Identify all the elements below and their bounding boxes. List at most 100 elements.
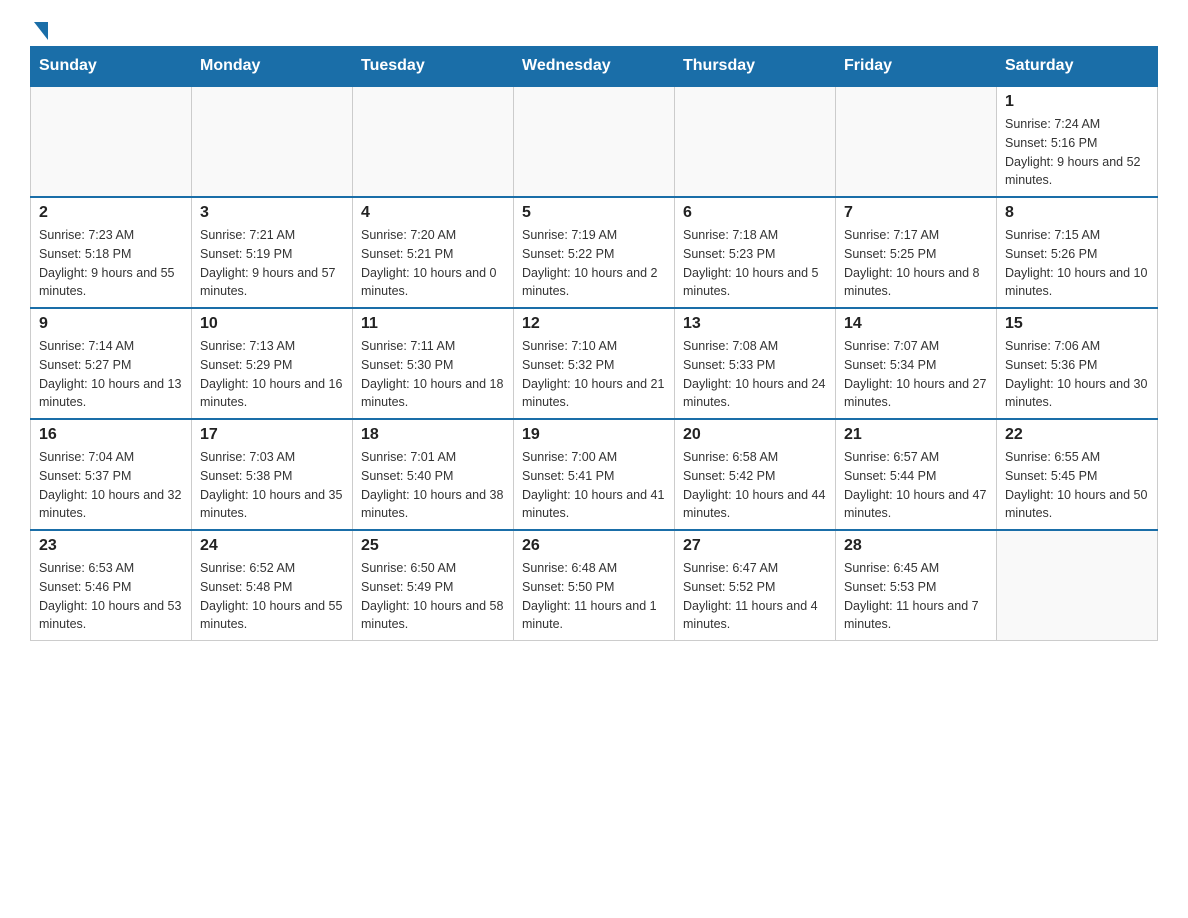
calendar-cell: 28 Sunrise: 6:45 AMSunset: 5:53 PMDayligh… [836, 530, 997, 641]
calendar-header-tuesday: Tuesday [353, 47, 514, 87]
day-info: Sunrise: 7:21 AMSunset: 5:19 PMDaylight:… [200, 226, 344, 301]
day-number: 7 [844, 204, 988, 222]
calendar-cell: 12 Sunrise: 7:10 AMSunset: 5:32 PMDayligh… [514, 308, 675, 419]
day-info: Sunrise: 7:14 AMSunset: 5:27 PMDaylight:… [39, 337, 183, 412]
calendar-cell: 18Sunrise: 7:01 AMSunset: 5:40 PMDayligh… [353, 419, 514, 530]
day-info: Sunrise: 6:58 AMSunset: 5:42 PMDaylight:… [683, 448, 827, 523]
calendar-header-row: SundayMondayTuesdayWednesdayThursdayFrid… [31, 47, 1158, 87]
day-number: 12 [522, 315, 666, 333]
calendar-cell: 15 Sunrise: 7:06 AMSunset: 5:36 PMDayligh… [997, 308, 1158, 419]
day-number: 6 [683, 204, 827, 222]
day-info: Sunrise: 7:00 AMSunset: 5:41 PMDaylight:… [522, 448, 666, 523]
calendar-header-saturday: Saturday [997, 47, 1158, 87]
day-number: 11 [361, 315, 505, 333]
day-number: 4 [361, 204, 505, 222]
calendar-cell: 22 Sunrise: 6:55 AMSunset: 5:45 PMDayligh… [997, 419, 1158, 530]
calendar-cell: 17 Sunrise: 7:03 AMSunset: 5:38 PMDayligh… [192, 419, 353, 530]
calendar-header-monday: Monday [192, 47, 353, 87]
day-info: Sunrise: 6:47 AMSunset: 5:52 PMDaylight:… [683, 559, 827, 634]
calendar-cell: 20 Sunrise: 6:58 AMSunset: 5:42 PMDayligh… [675, 419, 836, 530]
day-number: 13 [683, 315, 827, 333]
day-info: Sunrise: 6:48 AMSunset: 5:50 PMDaylight:… [522, 559, 666, 634]
day-number: 8 [1005, 204, 1149, 222]
calendar-cell [997, 530, 1158, 641]
day-number: 3 [200, 204, 344, 222]
calendar-header-thursday: Thursday [675, 47, 836, 87]
calendar-cell: 26 Sunrise: 6:48 AMSunset: 5:50 PMDayligh… [514, 530, 675, 641]
page-header [30, 20, 1158, 36]
day-info: Sunrise: 6:50 AMSunset: 5:49 PMDaylight:… [361, 559, 505, 634]
calendar-cell: 23 Sunrise: 6:53 AMSunset: 5:46 PMDayligh… [31, 530, 192, 641]
day-info: Sunrise: 7:15 AMSunset: 5:26 PMDaylight:… [1005, 226, 1149, 301]
calendar-header-friday: Friday [836, 47, 997, 87]
day-number: 10 [200, 315, 344, 333]
calendar-table: SundayMondayTuesdayWednesdayThursdayFrid… [30, 46, 1158, 641]
day-number: 1 [1005, 93, 1149, 111]
day-number: 19 [522, 426, 666, 444]
calendar-cell: 6 Sunrise: 7:18 AMSunset: 5:23 PMDaylight… [675, 197, 836, 308]
day-info: Sunrise: 6:55 AMSunset: 5:45 PMDaylight:… [1005, 448, 1149, 523]
logo-triangle-icon [34, 22, 48, 40]
calendar-cell [675, 86, 836, 197]
calendar-header-wednesday: Wednesday [514, 47, 675, 87]
day-info: Sunrise: 7:06 AMSunset: 5:36 PMDaylight:… [1005, 337, 1149, 412]
day-info: Sunrise: 7:23 AMSunset: 5:18 PMDaylight:… [39, 226, 183, 301]
calendar-week-row: 16 Sunrise: 7:04 AMSunset: 5:37 PMDayligh… [31, 419, 1158, 530]
calendar-cell: 7 Sunrise: 7:17 AMSunset: 5:25 PMDaylight… [836, 197, 997, 308]
day-number: 5 [522, 204, 666, 222]
calendar-cell: 27Sunrise: 6:47 AMSunset: 5:52 PMDayligh… [675, 530, 836, 641]
day-info: Sunrise: 6:57 AMSunset: 5:44 PMDaylight:… [844, 448, 988, 523]
calendar-cell: 24 Sunrise: 6:52 AMSunset: 5:48 PMDayligh… [192, 530, 353, 641]
day-number: 16 [39, 426, 183, 444]
day-info: Sunrise: 7:07 AMSunset: 5:34 PMDaylight:… [844, 337, 988, 412]
calendar-cell: 13 Sunrise: 7:08 AMSunset: 5:33 PMDayligh… [675, 308, 836, 419]
day-number: 2 [39, 204, 183, 222]
day-number: 17 [200, 426, 344, 444]
day-info: Sunrise: 7:19 AMSunset: 5:22 PMDaylight:… [522, 226, 666, 301]
calendar-cell: 9 Sunrise: 7:14 AMSunset: 5:27 PMDaylight… [31, 308, 192, 419]
day-number: 20 [683, 426, 827, 444]
day-number: 25 [361, 537, 505, 555]
day-number: 21 [844, 426, 988, 444]
calendar-cell [514, 86, 675, 197]
day-number: 22 [1005, 426, 1149, 444]
calendar-cell [836, 86, 997, 197]
calendar-cell: 8 Sunrise: 7:15 AMSunset: 5:26 PMDaylight… [997, 197, 1158, 308]
day-number: 24 [200, 537, 344, 555]
day-number: 15 [1005, 315, 1149, 333]
calendar-cell: 21 Sunrise: 6:57 AMSunset: 5:44 PMDayligh… [836, 419, 997, 530]
day-info: Sunrise: 7:03 AMSunset: 5:38 PMDaylight:… [200, 448, 344, 523]
calendar-week-row: 9 Sunrise: 7:14 AMSunset: 5:27 PMDaylight… [31, 308, 1158, 419]
calendar-cell: 5 Sunrise: 7:19 AMSunset: 5:22 PMDaylight… [514, 197, 675, 308]
calendar-cell: 3 Sunrise: 7:21 AMSunset: 5:19 PMDaylight… [192, 197, 353, 308]
calendar-cell: 1 Sunrise: 7:24 AMSunset: 5:16 PMDaylight… [997, 86, 1158, 197]
day-info: Sunrise: 6:53 AMSunset: 5:46 PMDaylight:… [39, 559, 183, 634]
calendar-cell: 16 Sunrise: 7:04 AMSunset: 5:37 PMDayligh… [31, 419, 192, 530]
day-info: Sunrise: 7:20 AMSunset: 5:21 PMDaylight:… [361, 226, 505, 301]
calendar-cell: 25 Sunrise: 6:50 AMSunset: 5:49 PMDayligh… [353, 530, 514, 641]
day-number: 26 [522, 537, 666, 555]
day-number: 14 [844, 315, 988, 333]
calendar-cell: 2 Sunrise: 7:23 AMSunset: 5:18 PMDaylight… [31, 197, 192, 308]
day-info: Sunrise: 7:11 AMSunset: 5:30 PMDaylight:… [361, 337, 505, 412]
calendar-cell [192, 86, 353, 197]
day-info: Sunrise: 7:13 AMSunset: 5:29 PMDaylight:… [200, 337, 344, 412]
day-info: Sunrise: 7:08 AMSunset: 5:33 PMDaylight:… [683, 337, 827, 412]
day-number: 28 [844, 537, 988, 555]
calendar-cell: 4 Sunrise: 7:20 AMSunset: 5:21 PMDaylight… [353, 197, 514, 308]
calendar-cell: 11 Sunrise: 7:11 AMSunset: 5:30 PMDayligh… [353, 308, 514, 419]
day-info: Sunrise: 7:24 AMSunset: 5:16 PMDaylight:… [1005, 115, 1149, 190]
calendar-header-sunday: Sunday [31, 47, 192, 87]
day-info: Sunrise: 6:52 AMSunset: 5:48 PMDaylight:… [200, 559, 344, 634]
day-number: 23 [39, 537, 183, 555]
day-info: Sunrise: 6:45 AMSunset: 5:53 PMDaylight:… [844, 559, 988, 634]
calendar-cell [31, 86, 192, 197]
day-info: Sunrise: 7:10 AMSunset: 5:32 PMDaylight:… [522, 337, 666, 412]
day-info: Sunrise: 7:04 AMSunset: 5:37 PMDaylight:… [39, 448, 183, 523]
day-number: 9 [39, 315, 183, 333]
day-number: 18 [361, 426, 505, 444]
calendar-week-row: 2 Sunrise: 7:23 AMSunset: 5:18 PMDaylight… [31, 197, 1158, 308]
day-info: Sunrise: 7:18 AMSunset: 5:23 PMDaylight:… [683, 226, 827, 301]
day-info: Sunrise: 7:17 AMSunset: 5:25 PMDaylight:… [844, 226, 988, 301]
calendar-week-row: 1 Sunrise: 7:24 AMSunset: 5:16 PMDaylight… [31, 86, 1158, 197]
